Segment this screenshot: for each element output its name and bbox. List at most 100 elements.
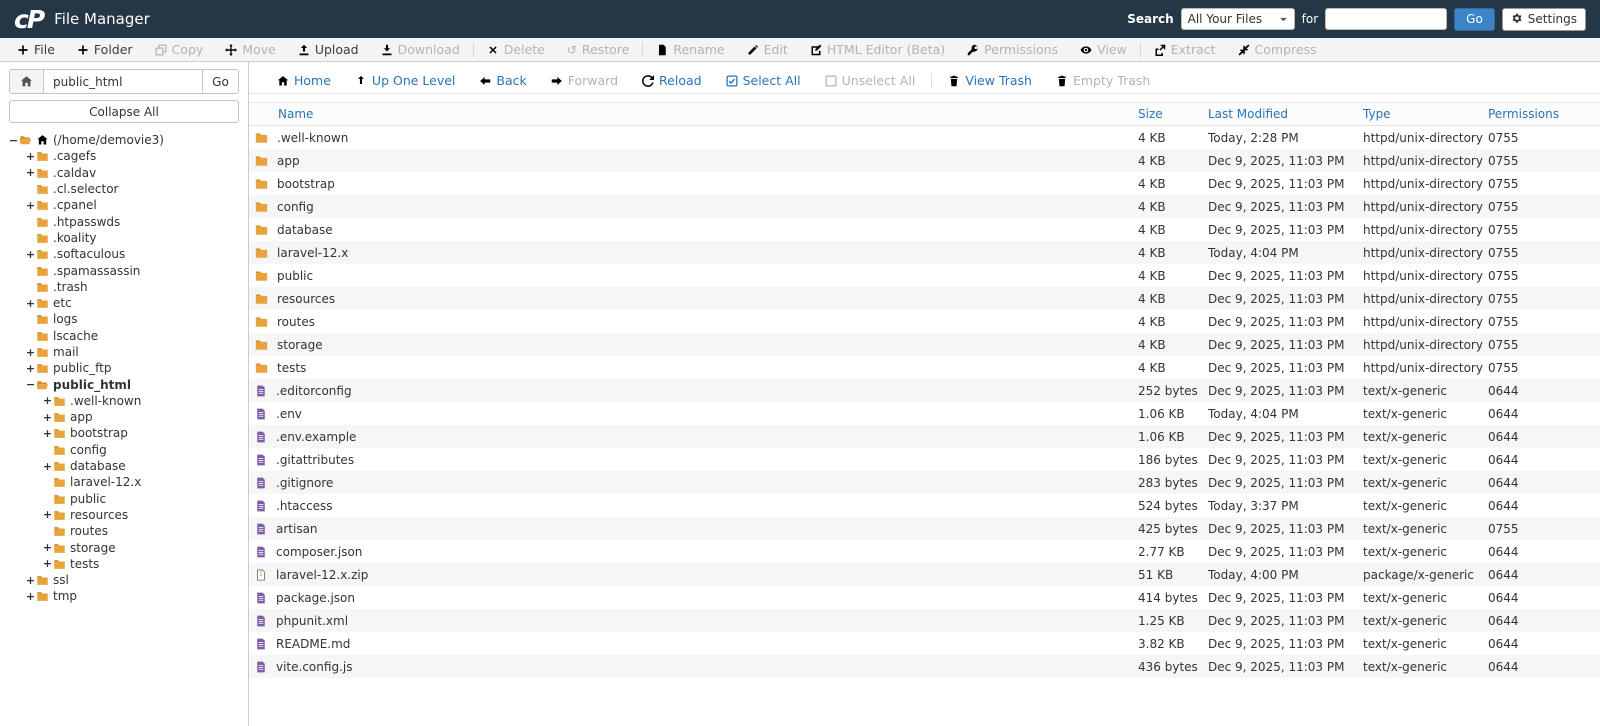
table-row-public[interactable]: public 4 KB Dec 9, 2025, 11:03 PM httpd/uni…	[249, 264, 1600, 287]
tree-toggle-icon[interactable]: +	[42, 541, 53, 554]
tree-item-resources[interactable]: + resources	[0, 507, 248, 523]
table-row-env-example[interactable]: .env.example 1.06 KB Dec 9, 2025, 11:03 PM…	[249, 425, 1600, 448]
nav-up-one-level[interactable]: Up One Level	[343, 73, 467, 88]
toolbar-button-copy[interactable]: Copy	[144, 38, 215, 61]
tree-item-app[interactable]: + app	[0, 409, 248, 425]
toolbar-button-extract[interactable]: Extract	[1143, 38, 1227, 61]
tree-toggle-icon[interactable]: +	[25, 248, 36, 261]
tree-item-caldav[interactable]: + .caldav	[0, 165, 248, 181]
tree-toggle-icon[interactable]: +	[42, 557, 53, 570]
toolbar-button-upload[interactable]: Upload	[287, 38, 370, 61]
table-row-laravel-12-x-zip[interactable]: laravel-12.x.zip 51 KB Today, 4:00 PM packa…	[249, 563, 1600, 586]
table-row-config[interactable]: config 4 KB Dec 9, 2025, 11:03 PM httpd/uni…	[249, 195, 1600, 218]
table-row-composer-json[interactable]: composer.json 2.77 KB Dec 9, 2025, 11:03 P…	[249, 540, 1600, 563]
toolbar-button-delete[interactable]: Delete	[476, 38, 556, 61]
table-row-gitattributes[interactable]: .gitattributes 186 bytes Dec 9, 2025, 11:0…	[249, 448, 1600, 471]
column-header-name[interactable]: Name	[249, 107, 1138, 121]
table-row-package-json[interactable]: package.json 414 bytes Dec 9, 2025, 11:03 …	[249, 586, 1600, 609]
tree-toggle-icon[interactable]: +	[25, 199, 36, 212]
tree-toggle-icon[interactable]: +	[42, 508, 53, 521]
tree-item-ssl[interactable]: + ssl	[0, 572, 248, 588]
column-header-type[interactable]: Type	[1363, 107, 1488, 121]
tree-item-cagefs[interactable]: + .cagefs	[0, 148, 248, 164]
toolbar-button-move[interactable]: Move	[214, 38, 287, 61]
tree-item-well-known[interactable]: + .well-known	[0, 393, 248, 409]
toolbar-button-file[interactable]: File	[6, 38, 66, 61]
tree-toggle-icon[interactable]: +	[42, 394, 53, 407]
table-row-well-known[interactable]: .well-known 4 KB Today, 2:28 PM httpd/unix-…	[249, 126, 1600, 149]
table-row-vite-config-js[interactable]: vite.config.js 436 bytes Dec 9, 2025, 11:0…	[249, 655, 1600, 678]
toolbar-button-html-editor-beta[interactable]: HTML Editor (Beta)	[799, 38, 956, 61]
toolbar-button-rename[interactable]: Rename	[645, 38, 735, 61]
nav-home[interactable]: Home	[265, 73, 343, 88]
tree-item-public-ftp[interactable]: + public_ftp	[0, 360, 248, 376]
table-row-editorconfig[interactable]: .editorconfig 252 bytes Dec 9, 2025, 11:03…	[249, 379, 1600, 402]
toolbar-button-folder[interactable]: Folder	[66, 38, 144, 61]
tree-item-etc[interactable]: + etc	[0, 295, 248, 311]
nav-view-trash[interactable]: View Trash	[936, 73, 1044, 88]
tree-item-lscache[interactable]: lscache	[0, 328, 248, 344]
tree-item-public[interactable]: public	[0, 491, 248, 507]
tree-toggle-icon[interactable]: +	[42, 411, 53, 424]
table-row-artisan[interactable]: artisan 425 bytes Dec 9, 2025, 11:03 PM tex…	[249, 517, 1600, 540]
tree-toggle-icon[interactable]: +	[42, 427, 53, 440]
tree-item-tmp[interactable]: + tmp	[0, 588, 248, 604]
nav-forward[interactable]: Forward	[539, 73, 630, 88]
tree-item-trash[interactable]: .trash	[0, 279, 248, 295]
tree-toggle-icon[interactable]: +	[25, 346, 36, 359]
tree-toggle-icon[interactable]: +	[25, 590, 36, 603]
tree-item-tests[interactable]: + tests	[0, 556, 248, 572]
tree-item-mail[interactable]: + mail	[0, 344, 248, 360]
table-row-phpunit-xml[interactable]: phpunit.xml 1.25 KB Dec 9, 2025, 11:03 PM t…	[249, 609, 1600, 632]
toolbar-button-permissions[interactable]: Permissions	[956, 38, 1069, 61]
path-home-button[interactable]	[9, 69, 44, 94]
tree-item-htpasswds[interactable]: .htpasswds	[0, 213, 248, 229]
tree-item-cl-selector[interactable]: .cl.selector	[0, 181, 248, 197]
tree-item-koality[interactable]: .koality	[0, 230, 248, 246]
tree-toggle-icon[interactable]: +	[25, 362, 36, 375]
toolbar-button-edit[interactable]: Edit	[736, 38, 799, 61]
tree-item-storage[interactable]: + storage	[0, 539, 248, 555]
path-input[interactable]	[44, 69, 203, 94]
nav-back[interactable]: Back	[467, 73, 538, 88]
table-row-routes[interactable]: routes 4 KB Dec 9, 2025, 11:03 PM httpd/uni…	[249, 310, 1600, 333]
tree-toggle-icon[interactable]: +	[25, 574, 36, 587]
tree-item-cpanel[interactable]: + .cpanel	[0, 197, 248, 213]
tree-item-laravel-12-x[interactable]: laravel-12.x	[0, 474, 248, 490]
settings-button[interactable]: Settings	[1501, 7, 1586, 31]
nav-empty-trash[interactable]: Empty Trash	[1044, 73, 1162, 88]
column-header-last-modified[interactable]: Last Modified	[1208, 107, 1363, 121]
tree-toggle-icon[interactable]: +	[25, 297, 36, 310]
tree-toggle-icon[interactable]: −	[25, 378, 36, 391]
table-row-gitignore[interactable]: .gitignore 283 bytes Dec 9, 2025, 11:03 PM…	[249, 471, 1600, 494]
table-row-storage[interactable]: storage 4 KB Dec 9, 2025, 11:03 PM httpd/un…	[249, 333, 1600, 356]
table-row-laravel-12-x[interactable]: laravel-12.x 4 KB Today, 4:04 PM httpd/unix…	[249, 241, 1600, 264]
tree-item-home-demovie3[interactable]: − (/home/demovie3)	[0, 132, 248, 148]
table-row-htaccess[interactable]: .htaccess 524 bytes Today, 3:37 PM text/x-g…	[249, 494, 1600, 517]
table-row-app[interactable]: app 4 KB Dec 9, 2025, 11:03 PM httpd/unix-d…	[249, 149, 1600, 172]
tree-item-public-html[interactable]: − public_html	[0, 376, 248, 392]
toolbar-button-compress[interactable]: Compress	[1227, 38, 1328, 61]
column-header-permissions[interactable]: Permissions	[1488, 107, 1600, 121]
tree-item-config[interactable]: config	[0, 442, 248, 458]
collapse-all-button[interactable]: Collapse All	[9, 100, 239, 123]
tree-item-bootstrap[interactable]: + bootstrap	[0, 425, 248, 441]
path-go-button[interactable]: Go	[203, 69, 239, 94]
tree-item-routes[interactable]: routes	[0, 523, 248, 539]
tree-toggle-icon[interactable]: +	[25, 150, 36, 163]
toolbar-button-view[interactable]: View	[1069, 38, 1138, 61]
tree-item-spamassassin[interactable]: .spamassassin	[0, 262, 248, 278]
toolbar-button-download[interactable]: Download	[370, 38, 471, 61]
search-filter-select[interactable]: All Your Files	[1180, 8, 1295, 30]
table-row-bootstrap[interactable]: bootstrap 4 KB Dec 9, 2025, 11:03 PM httpd/…	[249, 172, 1600, 195]
tree-item-database[interactable]: + database	[0, 458, 248, 474]
tree-toggle-icon[interactable]: +	[42, 460, 53, 473]
nav-reload[interactable]: Reload	[630, 73, 714, 88]
table-row-tests[interactable]: tests 4 KB Dec 9, 2025, 11:03 PM httpd/unix…	[249, 356, 1600, 379]
table-row-resources[interactable]: resources 4 KB Dec 9, 2025, 11:03 PM httpd/…	[249, 287, 1600, 310]
table-row-readme-md[interactable]: README.md 3.82 KB Dec 9, 2025, 11:03 PM tex…	[249, 632, 1600, 655]
table-row-env[interactable]: .env 1.06 KB Today, 4:04 PM text/x-generic 0…	[249, 402, 1600, 425]
tree-toggle-icon[interactable]: −	[8, 134, 19, 147]
nav-unselect-all[interactable]: Unselect All	[813, 73, 928, 88]
tree-item-logs[interactable]: logs	[0, 311, 248, 327]
